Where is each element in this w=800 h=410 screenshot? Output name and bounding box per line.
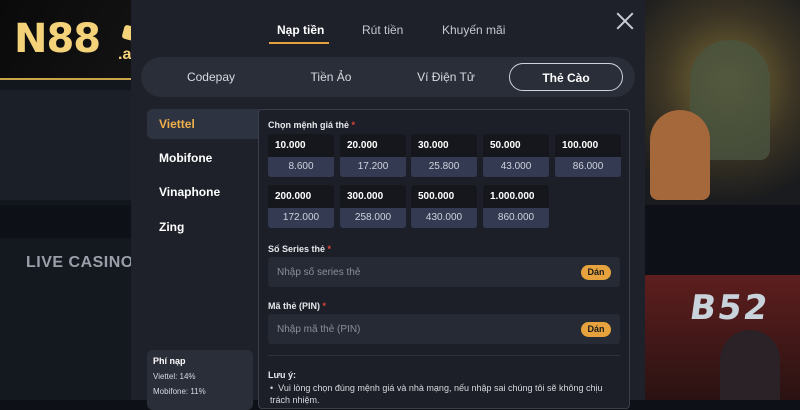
denomination-face: 200.000 [268,185,334,208]
denomination-option[interactable]: 100.000 86.000 [555,134,621,178]
required-mark: * [322,301,327,311]
serial-input[interactable] [268,257,568,287]
dealer-image [720,330,780,400]
denomination-credit: 25.800 [411,157,477,177]
deposit-modal: Nạp tiền Rút tiền Khuyến mãi Codepay Tiề… [131,0,645,410]
active-tab-underline [269,42,329,44]
denomination-option[interactable]: 50.000 43.000 [483,134,549,178]
divider [268,355,620,356]
denomination-face: 1.000.000 [483,185,549,208]
carrier-viettel[interactable]: Viettel [147,109,259,139]
fee-line: Viettel: 14% [153,372,196,381]
denomination-face: 10.000 [268,134,334,157]
denomination-face: 50.000 [483,134,549,157]
carrier-mobifone[interactable]: Mobifone [147,143,259,173]
method-scratch-card[interactable]: Thẻ Cào [509,63,623,91]
denomination-option[interactable]: 200.000 172.000 [268,185,334,229]
fee-box: Phí nạp Viettel: 14% Mobifone: 11% [147,350,253,410]
fee-line: Mobifone: 11% [153,387,206,396]
fee-title: Phí nạp [153,356,186,366]
method-crypto[interactable]: Tiền Ảo [291,63,371,91]
close-icon[interactable] [614,10,636,32]
denomination-credit: 86.000 [555,157,621,177]
top-tabs: Nạp tiền Rút tiền Khuyến mãi [131,0,645,52]
tab-promotions[interactable]: Khuyến mãi [442,23,505,37]
denomination-label: Chọn mệnh giá thẻ * [268,120,356,130]
bg-left-panel [0,90,135,200]
denomination-option[interactable]: 1.000.000 860.000 [483,185,549,229]
denomination-credit: 860.000 [483,208,549,228]
denomination-option[interactable]: 500.000 430.000 [411,185,477,229]
serial-field: Dán [268,257,620,287]
pin-field: Dán [268,314,620,344]
pin-label: Mã thẻ (PIN) * [268,301,327,311]
denomination-option[interactable]: 300.000 258.000 [340,185,406,229]
payment-method-bar: Codepay Tiền Ảo Ví Điện Tử Thẻ Cào [141,57,635,97]
denomination-face: 100.000 [555,134,621,157]
denomination-option[interactable]: 30.000 25.800 [411,134,477,178]
tab-withdraw[interactable]: Rút tiền [362,23,403,37]
denomination-credit: 258.000 [340,208,406,228]
denomination-option[interactable]: 10.000 8.600 [268,134,334,178]
method-codepay[interactable]: Codepay [171,63,251,91]
carrier-zing[interactable]: Zing [147,212,259,242]
denomination-face: 500.000 [411,185,477,208]
pin-input[interactable] [268,314,568,344]
game-art-character [650,110,710,200]
required-mark: * [327,244,332,254]
brand-logo[interactable]: N88 [14,16,101,62]
denomination-credit: 430.000 [411,208,477,228]
note-title: Lưu ý: [268,370,297,380]
denomination-credit: 172.000 [268,208,334,228]
paste-pin-button[interactable]: Dán [581,322,611,337]
b52-logo: B52 [687,288,773,328]
carrier-vinaphone[interactable]: Vinaphone [147,177,259,207]
denomination-face: 300.000 [340,185,406,208]
required-mark: * [351,120,356,130]
denomination-credit: 43.000 [483,157,549,177]
method-e-wallet[interactable]: Ví Điện Tử [396,63,496,91]
serial-label: Số Series thẻ * [268,244,332,254]
denomination-face: 30.000 [411,134,477,157]
denomination-face: 20.000 [340,134,406,157]
note-text: Vui lòng chọn đúng mệnh giá và nhà mạng,… [270,382,615,406]
live-casino-title: LIVE CASINO [26,254,134,271]
denomination-credit: 8.600 [268,157,334,177]
tab-deposit[interactable]: Nạp tiền [277,23,324,37]
paste-serial-button[interactable]: Dán [581,265,611,280]
denomination-credit: 17.200 [340,157,406,177]
denomination-option[interactable]: 20.000 17.200 [340,134,406,178]
card-form-panel: Chọn mệnh giá thẻ * 10.000 8.600 20.000 … [258,109,630,409]
